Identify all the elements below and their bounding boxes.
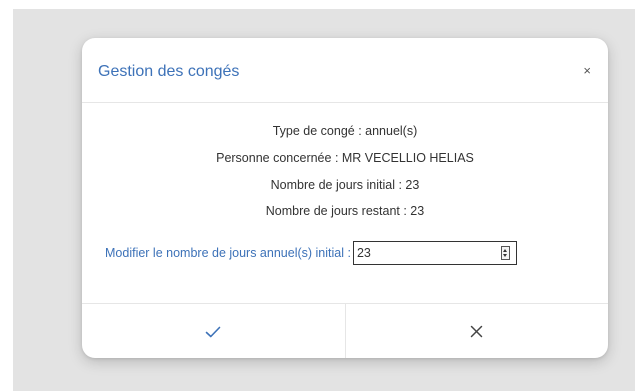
- edit-initial-days-label: Modifier le nombre de jours annuel(s) in…: [105, 246, 351, 260]
- cancel-button[interactable]: [346, 304, 609, 358]
- confirm-button[interactable]: [82, 304, 346, 358]
- initial-days-text: Nombre de jours initial : 23: [270, 178, 420, 192]
- edit-initial-days-row: Modifier le nombre de jours annuel(s) in…: [105, 238, 517, 268]
- x-icon: [471, 325, 483, 338]
- dialog-footer: [82, 303, 608, 358]
- leave-type-text: Type de congé : annuel(s): [272, 124, 418, 138]
- person-text: Personne concernée : MR VECELLIO HELIAS: [216, 151, 474, 165]
- remaining-days-text: Nombre de jours restant : 23: [265, 204, 425, 218]
- number-spinner[interactable]: [500, 246, 510, 260]
- leave-management-dialog: Gestion des congés × Type de congé : ann…: [82, 38, 608, 358]
- spinner-down-icon[interactable]: [502, 254, 507, 257]
- initial-days-input[interactable]: [356, 244, 487, 262]
- close-button[interactable]: ×: [583, 64, 591, 78]
- dialog-title: Gestion des congés: [98, 63, 240, 80]
- check-icon: [205, 326, 221, 337]
- dialog-header: Gestion des congés ×: [82, 38, 608, 103]
- spinner-up-icon[interactable]: [502, 249, 507, 252]
- initial-days-field: [352, 241, 517, 265]
